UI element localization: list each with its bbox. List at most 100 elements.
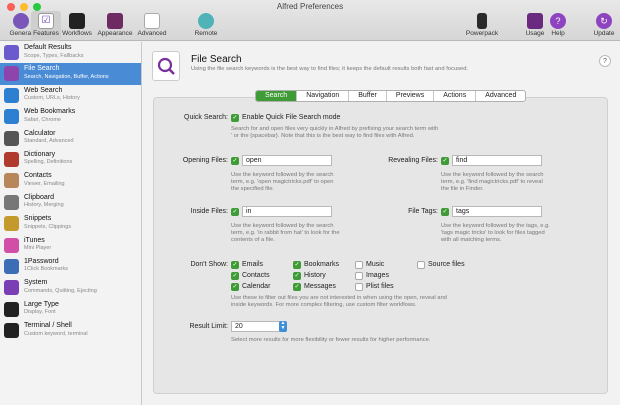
sidebar-item-desc: Display, Font	[24, 309, 56, 316]
workflows-icon	[69, 13, 85, 29]
toolbar-label: Workflows	[62, 30, 92, 37]
sidebar-item[interactable]: Calculator Standard, Advanced	[0, 128, 141, 149]
tab-advanced[interactable]: Advanced	[476, 91, 525, 101]
quick-search-checkbox[interactable]: ✓	[231, 114, 239, 122]
sidebar-item[interactable]: Large Type Display, Font	[0, 299, 141, 320]
file-search-icon	[152, 51, 180, 81]
dont-show-music-checkbox[interactable]	[355, 261, 363, 269]
appearance-icon	[107, 13, 123, 29]
help-icon: ?	[550, 13, 566, 29]
feature-icon	[4, 130, 19, 146]
dont-show-bookmarks-checkbox[interactable]: ✓	[293, 261, 301, 269]
sidebar-item-desc: Scope, Types, Fallbacks	[24, 52, 84, 59]
sidebar-item[interactable]: System Commands, Quitting, Ejecting	[0, 277, 141, 298]
sidebar-item[interactable]: Contacts Viewer, Emailing	[0, 170, 141, 191]
sidebar-item[interactable]: Default Results Scope, Types, Fallbacks	[0, 42, 141, 63]
sidebar-item-name: File Search	[24, 65, 60, 73]
general-icon	[13, 13, 29, 29]
sidebar-item-desc: Viewer, Emailing	[24, 180, 65, 187]
titlebar: Alfred Preferences General ☑ Features Wo…	[0, 0, 620, 41]
features-icon: ☑	[38, 13, 54, 29]
file-tags-keyword-input[interactable]: tags	[452, 206, 542, 217]
sidebar-item-name: Calculator	[24, 129, 56, 137]
file-tags-checkbox[interactable]: ✓	[441, 208, 449, 216]
dont-show-messages-checkbox[interactable]: ✓	[293, 283, 301, 291]
inside-files-help: contents of a file.	[231, 237, 275, 243]
dont-show-option-label: Source files	[428, 261, 465, 268]
quick-search-label: Quick Search:	[184, 114, 228, 121]
opening-files-label: Opening Files:	[182, 157, 228, 164]
dont-show-images-checkbox[interactable]	[355, 272, 363, 280]
toolbar-label: Appearance	[97, 30, 133, 37]
sidebar-item[interactable]: Web Search Custom, URLs, History	[0, 85, 141, 106]
tab-previews[interactable]: Previews	[387, 91, 435, 101]
dont-show-emails-checkbox[interactable]: ✓	[231, 261, 239, 269]
tab-navigation[interactable]: Navigation	[297, 91, 350, 101]
page-title: File Search	[191, 54, 242, 65]
dont-show-option-label: Music	[366, 261, 385, 268]
features-sidebar: Default Results Scope, Types, Fallbacks Fi…	[0, 42, 142, 405]
dont-show-history-checkbox[interactable]: ✓	[293, 272, 301, 280]
file-tags-label: File Tags:	[408, 208, 438, 215]
sidebar-item-name: Contacts	[24, 172, 52, 180]
sidebar-item[interactable]: Dictionary Spelling, Definitions	[0, 149, 141, 170]
sidebar-item-desc: Safari, Chrome	[24, 116, 61, 123]
inside-files-keyword-input[interactable]: in	[242, 206, 332, 217]
sidebar-item[interactable]: File Search Search, Navigation, Buffer, A…	[0, 63, 141, 85]
sidebar-item[interactable]: 1Password 1Click Bookmarks	[0, 256, 141, 277]
sidebar-item-name: Clipboard	[24, 193, 54, 201]
feature-icon	[4, 66, 19, 82]
sidebar-item-desc: Search, Navigation, Buffer, Actions	[24, 73, 109, 80]
tab-search[interactable]: Search	[256, 91, 298, 101]
sidebar-item-desc: Standard, Advanced	[24, 138, 74, 145]
opening-files-keyword-input[interactable]: open	[242, 155, 332, 166]
result-limit-select[interactable]: 20	[231, 321, 281, 332]
result-limit-stepper[interactable]: ▲ ▼	[279, 321, 287, 332]
toolbar-appearance[interactable]: Appearance	[95, 11, 135, 41]
sidebar-item-desc: History, Merging	[24, 202, 64, 209]
dont-show-contacts-checkbox[interactable]: ✓	[231, 272, 239, 280]
sidebar-item-name: Web Search	[24, 86, 63, 94]
sidebar-item[interactable]: Web Bookmarks Safari, Chrome	[0, 106, 141, 127]
sidebar-item[interactable]: Snippets Snippets, Clippings	[0, 213, 141, 234]
toolbar-label: Remote	[194, 30, 218, 37]
result-limit-label: Result Limit:	[189, 323, 228, 330]
sidebar-item-desc: Spelling, Definitions	[24, 159, 73, 166]
toolbar-help[interactable]: ? Help	[543, 11, 573, 41]
dont-show-option-label: Messages	[304, 283, 336, 290]
feature-icon	[4, 280, 19, 296]
toolbar-remote[interactable]: Remote	[189, 11, 223, 41]
dont-show-calendar-checkbox[interactable]: ✓	[231, 283, 239, 291]
feature-icon	[4, 216, 19, 232]
page-subtitle: Using the file search keywords is the be…	[191, 66, 469, 72]
dont-show-label: Don't Show:	[190, 261, 228, 268]
tab-actions[interactable]: Actions	[434, 91, 477, 101]
help-button[interactable]: ?	[599, 55, 611, 67]
dont-show-option-label: History	[304, 272, 326, 279]
main-content: File Search Using the file search keywor…	[143, 42, 620, 405]
sidebar-item-desc: Custom, URLs, History	[24, 95, 80, 102]
revealing-files-help: the file in Finder.	[441, 186, 484, 192]
revealing-files-keyword-input[interactable]: find	[452, 155, 542, 166]
sidebar-item-name: System	[24, 279, 48, 287]
dont-show-source-checkbox[interactable]	[417, 261, 425, 269]
toolbar-features[interactable]: ☑ Features	[31, 11, 61, 41]
inside-files-checkbox[interactable]: ✓	[231, 208, 239, 216]
toolbar-update[interactable]: ↻ Update	[588, 11, 620, 41]
dont-show-option-label: Bookmarks	[304, 261, 340, 268]
update-icon: ↻	[596, 13, 612, 29]
sidebar-item[interactable]: Clipboard History, Merging	[0, 192, 141, 213]
toolbar-advanced[interactable]: Advanced	[135, 11, 169, 41]
sidebar-item-name: Web Bookmarks	[24, 108, 76, 116]
toolbar-powerpack[interactable]: Powerpack	[460, 11, 504, 41]
feature-icon	[4, 237, 19, 253]
toolbar-workflows[interactable]: Workflows	[61, 11, 93, 41]
dont-show-plist-checkbox[interactable]	[355, 283, 363, 291]
sidebar-item[interactable]: Terminal / Shell Custom keyword, terminal	[0, 320, 141, 341]
feature-icon	[4, 194, 19, 210]
revealing-files-checkbox[interactable]: ✓	[441, 157, 449, 165]
tab-buffer[interactable]: Buffer	[349, 91, 387, 101]
opening-files-checkbox[interactable]: ✓	[231, 157, 239, 165]
sidebar-item-desc: Commands, Quitting, Ejecting	[24, 287, 97, 294]
sidebar-item[interactable]: iTunes Mini Player	[0, 235, 141, 256]
